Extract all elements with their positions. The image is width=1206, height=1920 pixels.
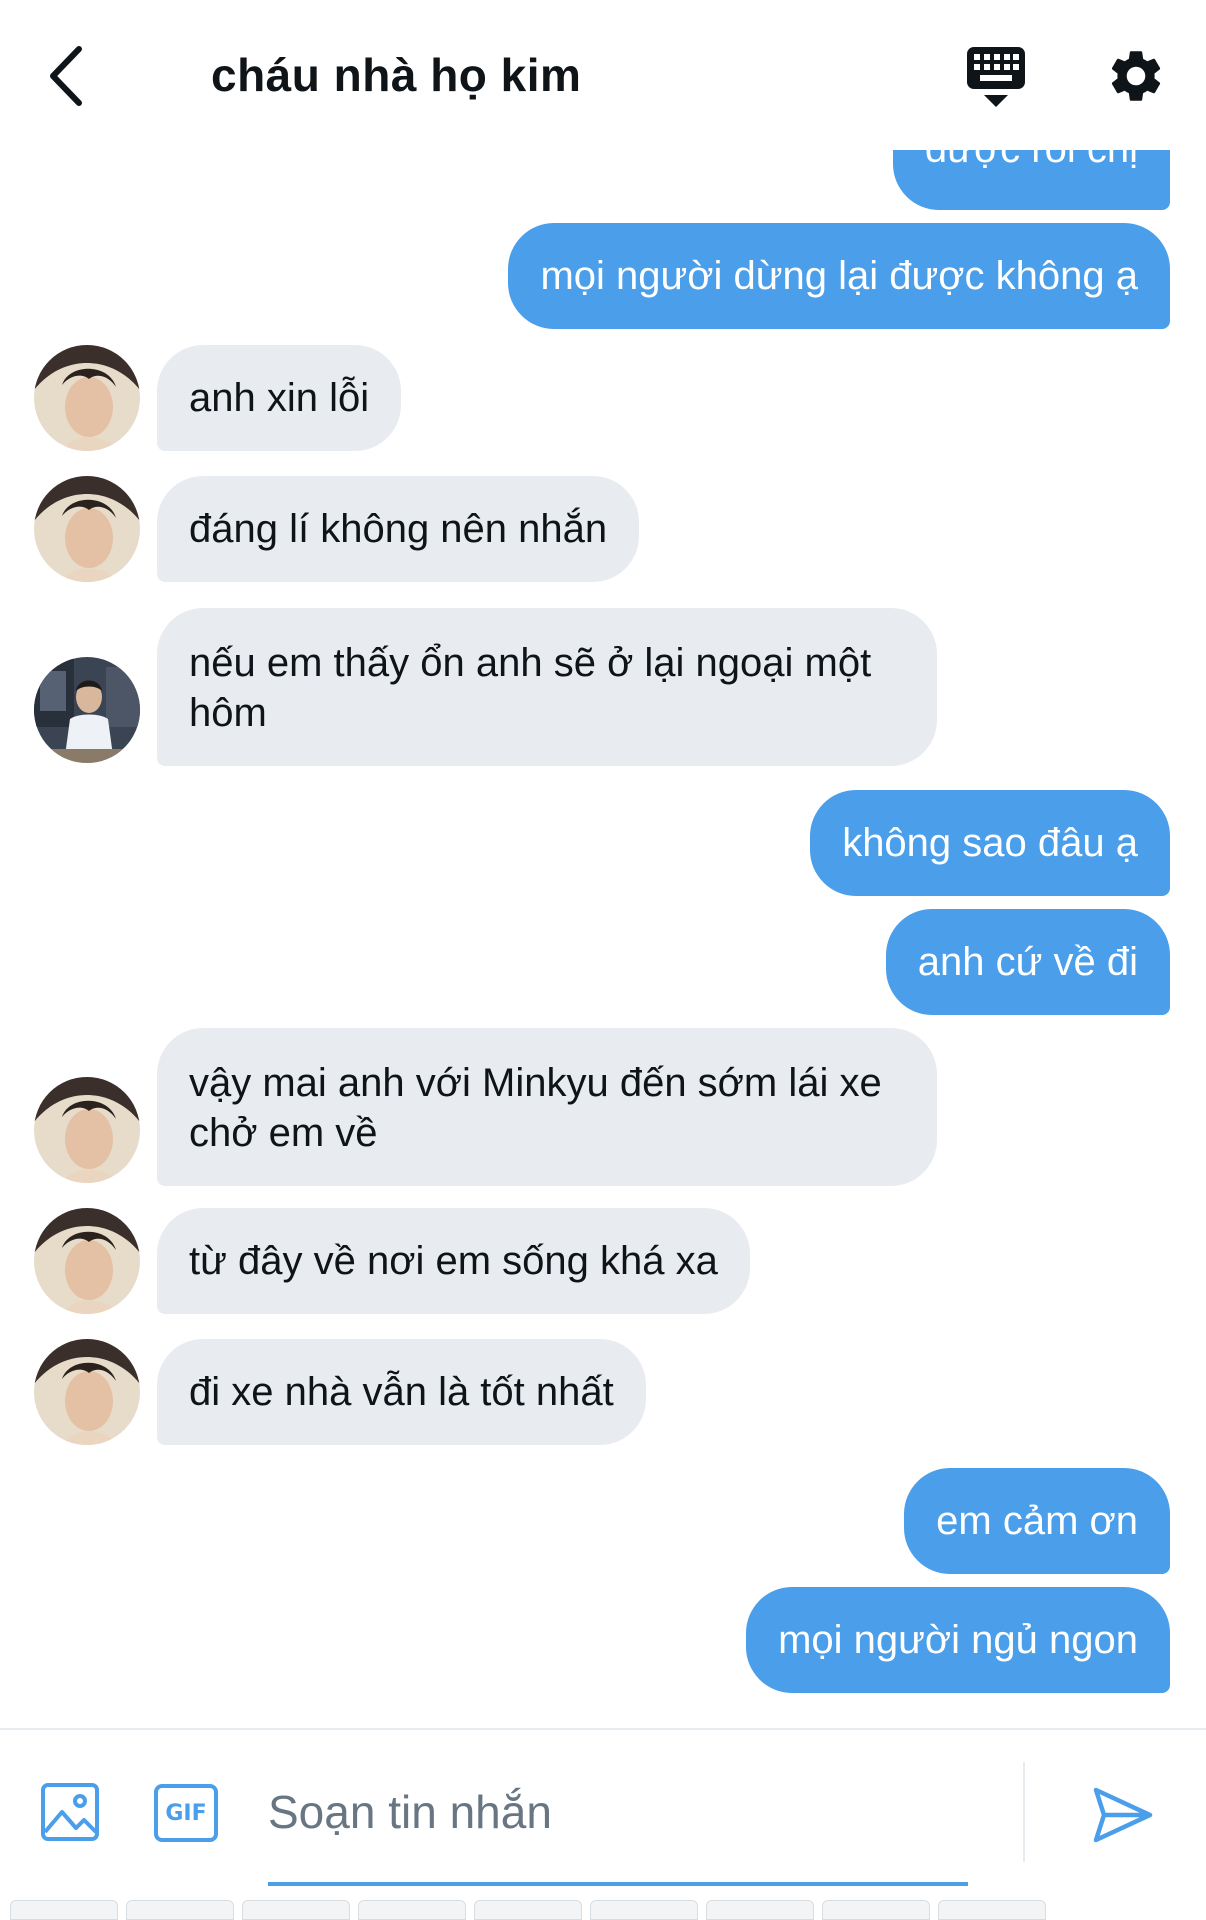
message-text: đáng lí không nên nhắn <box>189 507 608 551</box>
avatar-1-icon <box>34 476 140 582</box>
message-input[interactable] <box>268 1770 968 1854</box>
composer-divider <box>1023 1762 1025 1862</box>
avatar[interactable] <box>34 1208 140 1314</box>
media-thumbnail[interactable] <box>242 1900 350 1920</box>
gear-icon <box>1111 51 1161 101</box>
message-text: mọi người ngủ ngon <box>778 1618 1138 1662</box>
message-bubble-incoming[interactable]: nếu em thấy ổn anh sẽ ở lại ngoại một hô… <box>157 608 937 766</box>
keyboard-icon <box>967 47 1025 107</box>
media-thumbnail[interactable] <box>822 1900 930 1920</box>
message-text: mọi người dừng lại được không ạ <box>540 254 1138 298</box>
media-thumbnail[interactable] <box>590 1900 698 1920</box>
message-text: nếu em thấy ổn anh sẽ ở lại ngoại một hô… <box>189 641 872 735</box>
message-text: đi xe nhà vẫn là tốt nhất <box>189 1370 614 1414</box>
media-thumbnail[interactable] <box>358 1900 466 1920</box>
message-bubble-incoming[interactable]: đáng lí không nên nhắn <box>157 476 640 582</box>
message-list[interactable]: được rồi chị mọi người dừng lại được khô… <box>0 150 1206 1725</box>
message-text: anh xin lỗi <box>189 376 370 420</box>
chevron-left-icon <box>50 46 82 106</box>
chat-header: cháu nhà họ kim <box>0 0 1206 150</box>
message-text: em cảm ơn <box>936 1499 1138 1543</box>
media-thumbnail[interactable] <box>10 1900 118 1920</box>
message-text: được rồi chị <box>925 150 1138 174</box>
message-composer: GIF <box>0 1728 1206 1893</box>
avatar-1-icon <box>34 345 140 451</box>
avatar-1-icon <box>34 1339 140 1445</box>
avatar-2-icon <box>34 657 140 763</box>
message-bubble-outgoing[interactable]: em cảm ơn <box>904 1468 1170 1574</box>
media-thumbnail[interactable] <box>126 1900 234 1920</box>
settings-button[interactable] <box>1105 45 1167 107</box>
gif-button[interactable]: GIF <box>154 1784 218 1842</box>
keyboard-button[interactable] <box>965 45 1027 110</box>
message-bubble-outgoing[interactable]: không sao đâu ạ <box>810 790 1170 896</box>
message-text: không sao đâu ạ <box>842 821 1138 865</box>
avatar-1-icon <box>34 1208 140 1314</box>
avatar[interactable] <box>34 1077 140 1183</box>
message-bubble-outgoing[interactable]: mọi người ngủ ngon <box>746 1587 1170 1693</box>
avatar[interactable] <box>34 1339 140 1445</box>
avatar[interactable] <box>34 657 140 763</box>
message-text: vậy mai anh với Minkyu đến sớm lái xe ch… <box>189 1061 882 1155</box>
message-bubble-incoming[interactable]: anh xin lỗi <box>157 345 402 451</box>
message-bubble-incoming[interactable]: đi xe nhà vẫn là tốt nhất <box>157 1339 646 1445</box>
media-thumbnail[interactable] <box>706 1900 814 1920</box>
gif-label: GIF <box>165 1800 207 1826</box>
send-icon <box>1093 1787 1153 1843</box>
image-icon <box>41 1783 99 1841</box>
avatar[interactable] <box>34 476 140 582</box>
message-bubble-outgoing[interactable]: anh cứ về đi <box>885 909 1170 1015</box>
media-thumbnail[interactable] <box>938 1900 1046 1920</box>
message-text: anh cứ về đi <box>917 940 1138 984</box>
message-bubble-incoming[interactable]: từ đây về nơi em sống khá xa <box>157 1208 750 1314</box>
conversation-title: cháu nhà họ kim <box>211 49 582 101</box>
avatar[interactable] <box>34 345 140 451</box>
message-bubble-outgoing[interactable]: mọi người dừng lại được không ạ <box>508 223 1170 329</box>
message-text: từ đây về nơi em sống khá xa <box>189 1239 718 1283</box>
message-bubble-incoming[interactable]: vậy mai anh với Minkyu đến sớm lái xe ch… <box>157 1028 937 1186</box>
input-underline <box>268 1882 968 1886</box>
avatar-1-icon <box>34 1077 140 1183</box>
attach-image-button[interactable] <box>40 1782 100 1842</box>
media-thumbnail[interactable] <box>474 1900 582 1920</box>
back-button[interactable] <box>40 45 90 107</box>
keyboard-suggestion-strip <box>0 1900 1206 1920</box>
send-button[interactable] <box>1090 1782 1156 1848</box>
message-bubble-outgoing[interactable]: được rồi chị <box>892 150 1170 210</box>
